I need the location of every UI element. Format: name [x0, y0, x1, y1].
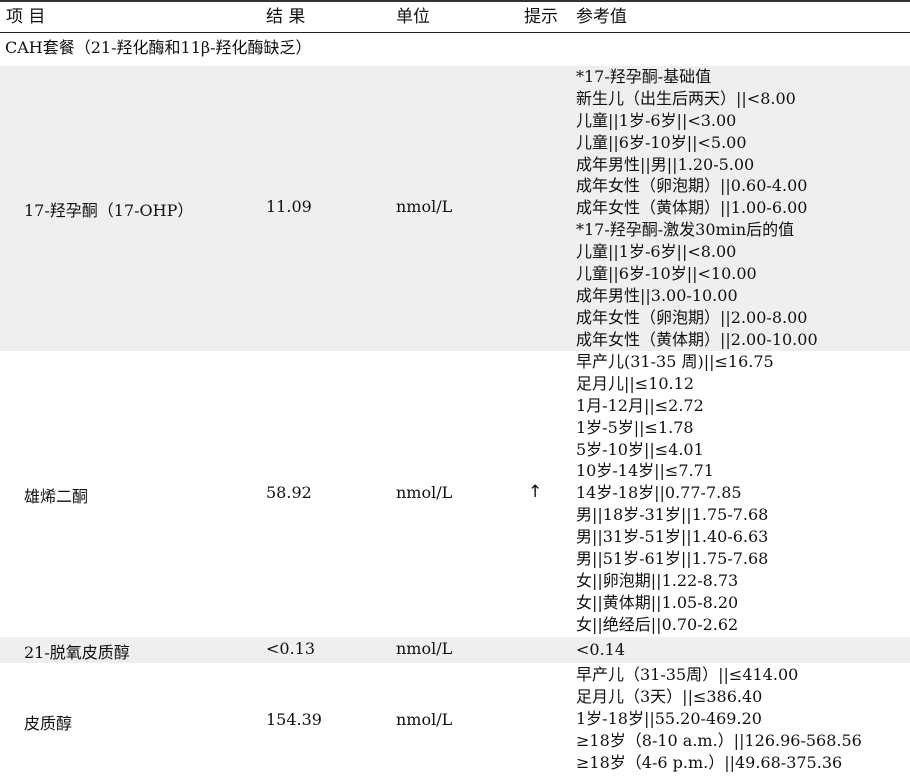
reference-values: 早产儿(31-35 周)||≤16.75 足月儿||≤10.12 1月-12月||≤… [576, 351, 774, 636]
reference-line: 儿童||1岁-6岁||<8.00 [576, 242, 737, 262]
reference-line: 5岁-10岁||≤4.01 [576, 439, 704, 459]
unit: nmol/L [396, 483, 453, 502]
reference-line: 成年男性||3.00-10.00 [576, 285, 738, 305]
unit: nmol/L [396, 197, 453, 216]
table-row: 17-羟孕酮（17-OHP） 11.09 nmol/L *17-羟孕酮-基础值新… [0, 66, 910, 351]
reference-line: 儿童||6岁-10岁||<10.00 [576, 264, 757, 284]
table-row: 21-脱氧皮质醇 <0.13 nmol/L <0.14 [0, 637, 910, 663]
reference-line: 1岁-18岁||55.20-469.20 [576, 708, 762, 728]
reference-line: ≥18岁（4-6 p.m.）||49.68-375.36 [576, 752, 843, 772]
reference-line: 成年女性（卵泡期）||0.60-4.00 [576, 176, 808, 196]
table-row: 雄烯二酮 58.92 nmol/L ↑ 早产儿(31-35 周)||≤16.75… [0, 351, 910, 636]
reference-line: <0.14 [576, 640, 626, 659]
reference-line: 足月儿||≤10.12 [576, 373, 694, 393]
reference-line: 1月-12月||≤2.72 [576, 395, 704, 415]
reference-line: 儿童||1岁-6岁||<3.00 [576, 110, 737, 130]
unit: nmol/L [396, 710, 453, 729]
item-name: 皮质醇 [24, 714, 73, 733]
reference-line: 女||黄体期||1.05-8.20 [576, 592, 739, 612]
reference-line: 1岁-5岁||≤1.78 [576, 417, 694, 437]
reference-line: 成年女性（卵泡期）||2.00-8.00 [576, 307, 808, 327]
reference-line: 男||31岁-51岁||1.40-6.63 [576, 527, 769, 547]
table-row: 皮质醇 154.39 nmol/L 早产儿（31-35周）||≤414.00 足月… [0, 664, 910, 777]
reference-line: 女||绝经后||0.70-2.62 [576, 614, 739, 634]
reference-values: *17-羟孕酮-基础值 新生儿（出生后两天）||<8.00 儿童||1岁-6岁||<… [576, 66, 818, 351]
reference-line: 10岁-14岁||≤7.71 [576, 461, 714, 481]
reference-line: 成年女性（黄体期）||2.00-10.00 [576, 329, 818, 349]
reference-line: *17-羟孕酮-激发30min后的值 [576, 220, 795, 240]
reference-line: 14岁-18岁||0.77-7.85 [576, 483, 742, 503]
reference-values: <0.14 [576, 639, 625, 661]
reference-line: 早产儿（31-35周）||≤414.00 [576, 665, 799, 684]
reference-line: ≥18岁（8-10 a.m.）||126.96-568.56 [576, 730, 862, 750]
flag-high-arrow: ↑ [528, 482, 543, 502]
reference-line: *17-羟孕酮-基础值 [576, 67, 712, 86]
reference-line: 女||卵泡期||1.22-8.73 [576, 570, 739, 590]
header-item: 项 目 [6, 7, 46, 27]
table-header: 项 目 结 果 单位 提示 参考值 [0, 2, 910, 33]
lab-report: 项 目 结 果 单位 提示 参考值 CAH套餐（21-羟化酶和11β-羟化酶缺乏… [0, 0, 910, 777]
section-title: CAH套餐（21-羟化酶和11β-羟化酶缺乏） [5, 38, 312, 57]
result-value: <0.13 [266, 639, 316, 658]
result-value: 154.39 [266, 710, 322, 729]
reference-line: 成年男性||男||1.20-5.00 [576, 154, 755, 174]
item-name: 雄烯二酮 [24, 487, 89, 506]
result-value: 58.92 [266, 483, 312, 502]
unit: nmol/L [396, 639, 453, 658]
reference-line: 男||51岁-61岁||1.75-7.68 [576, 549, 769, 569]
header-unit: 单位 [396, 7, 430, 27]
reference-values: 早产儿（31-35周）||≤414.00 足月儿（3天）||≤386.40 1岁-1… [576, 664, 862, 773]
reference-line: 男||18岁-31岁||1.75-7.68 [576, 505, 769, 525]
header-reference: 参考值 [576, 7, 627, 27]
reference-line: 早产儿(31-35 周)||≤16.75 [576, 352, 774, 371]
reference-line: 新生儿（出生后两天）||<8.00 [576, 88, 796, 108]
reference-line: 儿童||6岁-10岁||<5.00 [576, 132, 747, 152]
item-name: 17-羟孕酮（17-OHP） [24, 201, 194, 220]
item-name: 21-脱氧皮质醇 [24, 643, 130, 662]
header-result: 结 果 [266, 7, 306, 27]
reference-line: 成年女性（黄体期）||1.00-6.00 [576, 198, 808, 218]
result-value: 11.09 [266, 197, 312, 216]
reference-line: 足月儿（3天）||≤386.40 [576, 686, 763, 706]
header-flag: 提示 [524, 7, 558, 27]
